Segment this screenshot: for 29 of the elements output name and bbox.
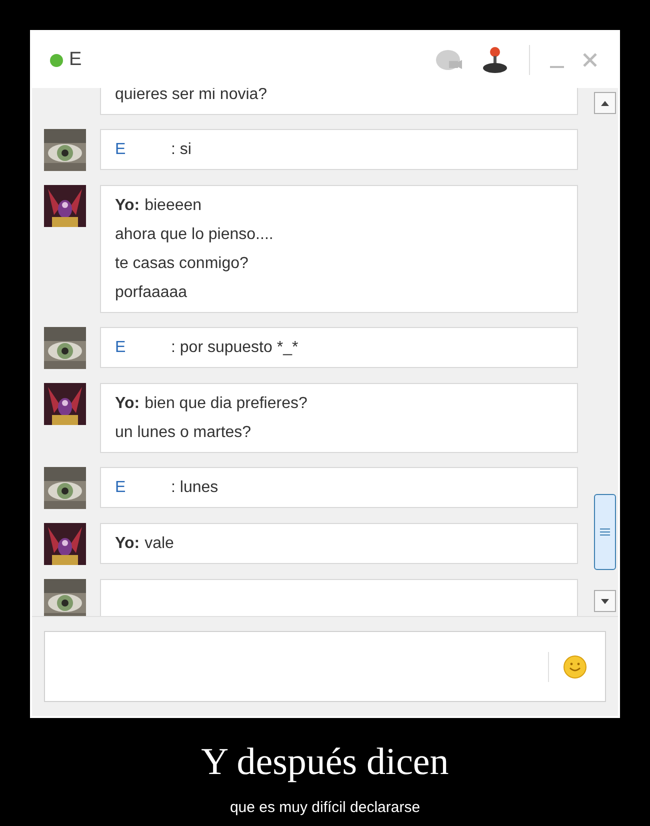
message-text: te casas conmigo? — [115, 254, 248, 274]
window-title: E — [69, 48, 82, 72]
message-input[interactable] — [44, 631, 606, 702]
message-text: vale — [144, 534, 174, 554]
message-text: bieeeen — [144, 196, 202, 216]
sender-name: E — [115, 140, 127, 160]
scroll-thumb[interactable] — [594, 494, 616, 570]
message-text: : si — [171, 140, 192, 160]
down-arrow-icon — [601, 598, 609, 604]
sender-name: Yo: — [115, 534, 140, 554]
close-button[interactable] — [582, 51, 600, 69]
message-text: : por supuesto *_* — [171, 338, 298, 358]
joystick-icon[interactable] — [481, 46, 509, 74]
message-text: porfaaaaa — [115, 283, 188, 303]
message-text: bien que dia prefieres? — [144, 394, 308, 414]
caption-title: Y después dicen — [201, 740, 449, 785]
smiley-icon[interactable] — [563, 654, 587, 678]
sender-name: Yo: — [115, 394, 140, 414]
sender-name: E — [115, 478, 127, 498]
sender-name: Yo: — [115, 196, 140, 216]
caption-subtitle: que es muy difícil declararse — [230, 798, 420, 818]
scroll-down-button[interactable] — [594, 590, 616, 612]
sender-name: E — [115, 338, 127, 358]
video-call-icon[interactable] — [435, 49, 463, 71]
message-text: un lunes o martes? — [115, 423, 252, 443]
message-text: : lunes — [171, 478, 218, 498]
up-arrow-icon — [601, 100, 609, 106]
scroll-up-button[interactable] — [594, 92, 616, 114]
message-text: ahora que lo pienso.... — [115, 225, 274, 245]
